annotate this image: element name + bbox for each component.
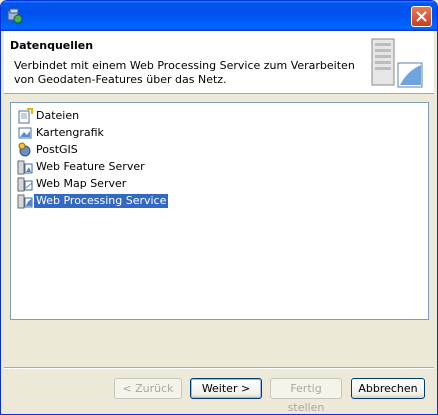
- list-item-dateien[interactable]: Dateien: [17, 108, 81, 124]
- list-item-web-processing-service[interactable]: Web Processing Service: [17, 193, 169, 209]
- back-button[interactable]: < Zurück: [114, 378, 182, 399]
- list-item-label: Web Processing Service: [34, 194, 169, 208]
- wizard-window: Datenquellen Verbindet mit einem Web Pro…: [0, 0, 438, 415]
- web-map-server-icon: [17, 177, 33, 192]
- next-button[interactable]: Weiter >: [190, 378, 262, 399]
- web-feature-server-icon: [17, 160, 33, 175]
- app-icon: [7, 8, 23, 24]
- list-item-web-map-server[interactable]: Web Map Server: [17, 176, 128, 192]
- finish-button[interactable]: Fertig stellen: [270, 378, 342, 414]
- list-item-label: Web Feature Server: [36, 160, 145, 173]
- list-item-web-feature-server[interactable]: Web Feature Server: [17, 159, 147, 175]
- list-item-label: Web Map Server: [36, 177, 127, 190]
- data-source-list[interactable]: Dateien Kartengrafik PostGIS Web Feature…: [10, 102, 429, 320]
- list-item-label: Dateien: [36, 109, 80, 122]
- close-icon: [416, 11, 427, 22]
- folder-file-icon: [18, 108, 33, 124]
- page-description: Verbindet mit einem Web Processing Servi…: [14, 59, 355, 86]
- page-title: Datenquellen: [10, 39, 94, 52]
- title-bar[interactable]: [1, 1, 437, 31]
- list-item-kartengrafik[interactable]: Kartengrafik: [17, 125, 106, 141]
- server-map-icon: [371, 38, 423, 88]
- web-processing-service-icon: [17, 194, 33, 209]
- database-icon: [18, 142, 31, 157]
- list-item-label: PostGIS: [36, 143, 78, 156]
- map-image-icon: [18, 127, 32, 139]
- button-separator: [4, 367, 434, 369]
- list-item-postgis[interactable]: PostGIS: [17, 142, 80, 158]
- list-item-label: Kartengrafik: [36, 126, 104, 139]
- wizard-header: Datenquellen Verbindet mit einem Web Pro…: [4, 31, 434, 94]
- cancel-button[interactable]: Abbrechen: [351, 378, 425, 399]
- close-button[interactable]: [411, 6, 432, 27]
